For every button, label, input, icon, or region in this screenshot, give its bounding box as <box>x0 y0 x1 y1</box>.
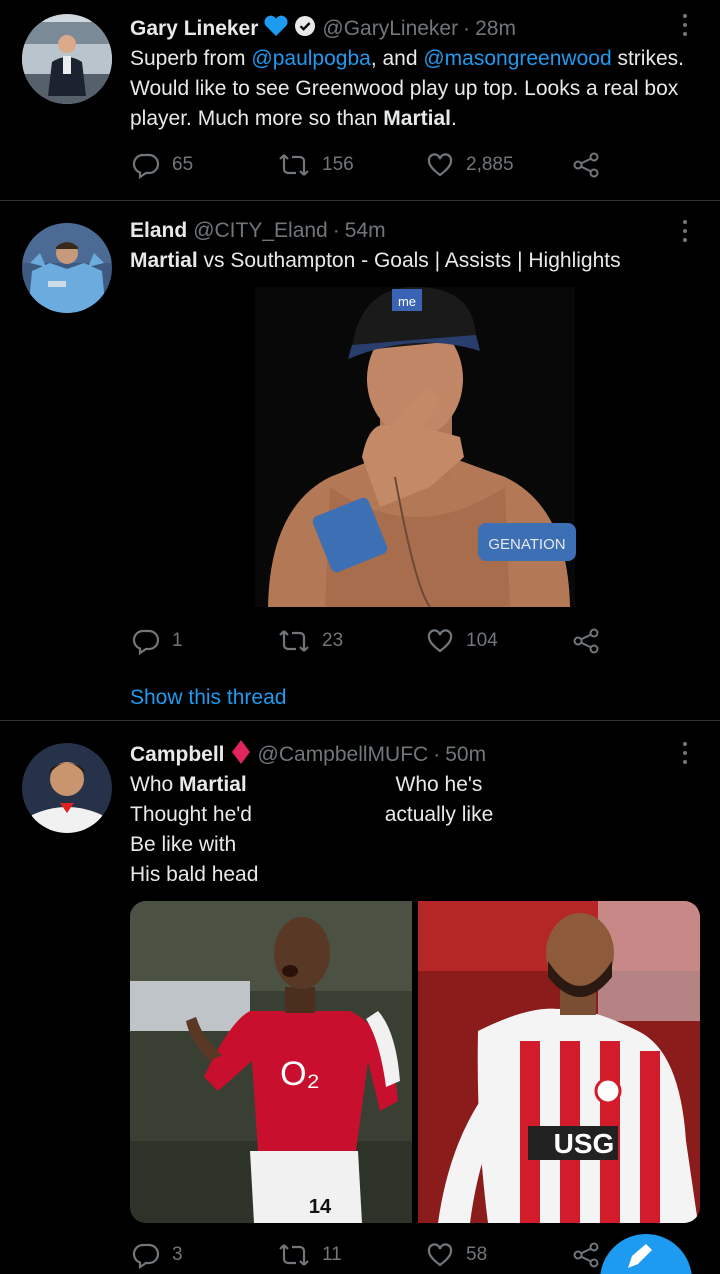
like-count: 58 <box>466 1244 488 1265</box>
red-diamond-icon <box>230 739 252 771</box>
like-count: 104 <box>466 630 498 651</box>
blue-heart-icon <box>263 15 289 43</box>
reply-icon <box>132 627 160 655</box>
share-icon <box>572 627 600 655</box>
retweet-icon <box>278 151 310 179</box>
retweet-icon <box>278 1241 310 1269</box>
tweet-actions: 65 156 2,885 <box>130 150 610 180</box>
like-icon <box>426 1241 454 1269</box>
dot-separator: · <box>463 17 471 40</box>
tweet-gary-lineker[interactable]: Gary Lineker @GaryLineker · 28m Superb f… <box>0 0 720 200</box>
tweet-text: Martial vs Southampton - Goals | Assists… <box>130 249 621 272</box>
tweet-header: Gary Lineker @GaryLineker · 28m <box>130 14 516 44</box>
reply-button[interactable]: 3 <box>132 1240 183 1270</box>
share-button[interactable] <box>572 150 600 180</box>
tweet-actions: 1 23 104 <box>130 626 610 656</box>
author-handle[interactable]: @CampbellMUFC <box>258 743 429 767</box>
more-icon[interactable] <box>676 12 694 38</box>
avatar-eland[interactable] <box>22 223 112 313</box>
reply-count: 65 <box>172 154 194 175</box>
dot-separator: · <box>433 743 441 766</box>
tweet-media-image-right[interactable]: USG <box>418 901 700 1223</box>
mention-link[interactable]: @masongreenwood <box>423 47 611 70</box>
jersey-sponsor-text: O₂ <box>280 1055 320 1093</box>
like-icon <box>426 151 454 179</box>
share-icon <box>572 1241 600 1269</box>
more-icon[interactable] <box>676 218 694 244</box>
share-icon <box>572 151 600 179</box>
tweet-actions: 3 11 58 <box>130 1240 610 1270</box>
retweet-button[interactable]: 11 <box>278 1240 342 1270</box>
tweet-time[interactable]: 50m <box>445 743 486 767</box>
like-button[interactable]: 58 <box>426 1240 487 1270</box>
reply-count: 3 <box>172 1244 183 1265</box>
avatar-gary-lineker[interactable] <box>22 14 112 104</box>
tweet-header: Eland @CITY_Eland · 54m <box>130 216 386 246</box>
author-name[interactable]: Gary Lineker <box>130 17 258 41</box>
tweet-time[interactable]: 28m <box>475 17 516 41</box>
retweet-button[interactable]: 23 <box>278 626 343 656</box>
share-button[interactable] <box>572 1240 600 1270</box>
like-icon <box>426 627 454 655</box>
verified-icon <box>294 15 316 43</box>
share-button[interactable] <box>572 626 600 656</box>
retweet-count: 23 <box>322 630 344 651</box>
reply-button[interactable]: 65 <box>132 150 193 180</box>
reply-icon <box>132 151 160 179</box>
tweet-header: Campbell @CampbellMUFC · 50m <box>130 740 486 770</box>
tweet-time[interactable]: 54m <box>345 219 386 243</box>
tweet-eland[interactable]: Eland @CITY_Eland · 54m Martial vs South… <box>0 201 720 720</box>
avatar-campbell[interactable] <box>22 743 112 833</box>
author-handle[interactable]: @GaryLineker <box>322 17 458 41</box>
more-icon[interactable] <box>676 740 694 766</box>
like-count: 2,885 <box>466 154 514 175</box>
dot-separator: · <box>332 219 340 242</box>
author-name[interactable]: Eland <box>130 219 187 243</box>
tweet-text-right-column: Who he's actually like <box>384 773 494 826</box>
tweet-campbell[interactable]: Campbell @CampbellMUFC · 50m Who Martial… <box>0 721 720 1274</box>
retweet-count: 156 <box>322 154 354 175</box>
retweet-count: 11 <box>322 1244 342 1265</box>
compose-icon <box>624 1242 654 1274</box>
reply-count: 1 <box>172 630 183 651</box>
retweet-icon <box>278 627 310 655</box>
mention-link[interactable]: @paulpogba <box>251 47 370 70</box>
show-thread-link[interactable]: Show this thread <box>130 686 286 710</box>
reply-button[interactable]: 1 <box>132 626 183 656</box>
shorts-number-text: 14 <box>309 1196 332 1218</box>
armband-text: GENATION <box>488 536 565 553</box>
tweet-text: Superb from @paulpogba, and @masongreenw… <box>130 47 684 130</box>
like-button[interactable]: 2,885 <box>426 150 514 180</box>
author-name[interactable]: Campbell <box>130 743 225 767</box>
tweet-media-image-left[interactable]: O₂ 14 <box>130 901 412 1223</box>
reply-icon <box>132 1241 160 1269</box>
author-handle[interactable]: @CITY_Eland <box>193 219 328 243</box>
retweet-button[interactable]: 156 <box>278 150 354 180</box>
tweet-media-image[interactable]: me GENATION <box>130 287 700 607</box>
shirt-sponsor-text: USG <box>554 1128 615 1159</box>
like-button[interactable]: 104 <box>426 626 498 656</box>
hat-logo-text: me <box>398 294 416 309</box>
tweet-text-left-column: Who Martial Thought he'd Be like with Hi… <box>130 773 259 886</box>
